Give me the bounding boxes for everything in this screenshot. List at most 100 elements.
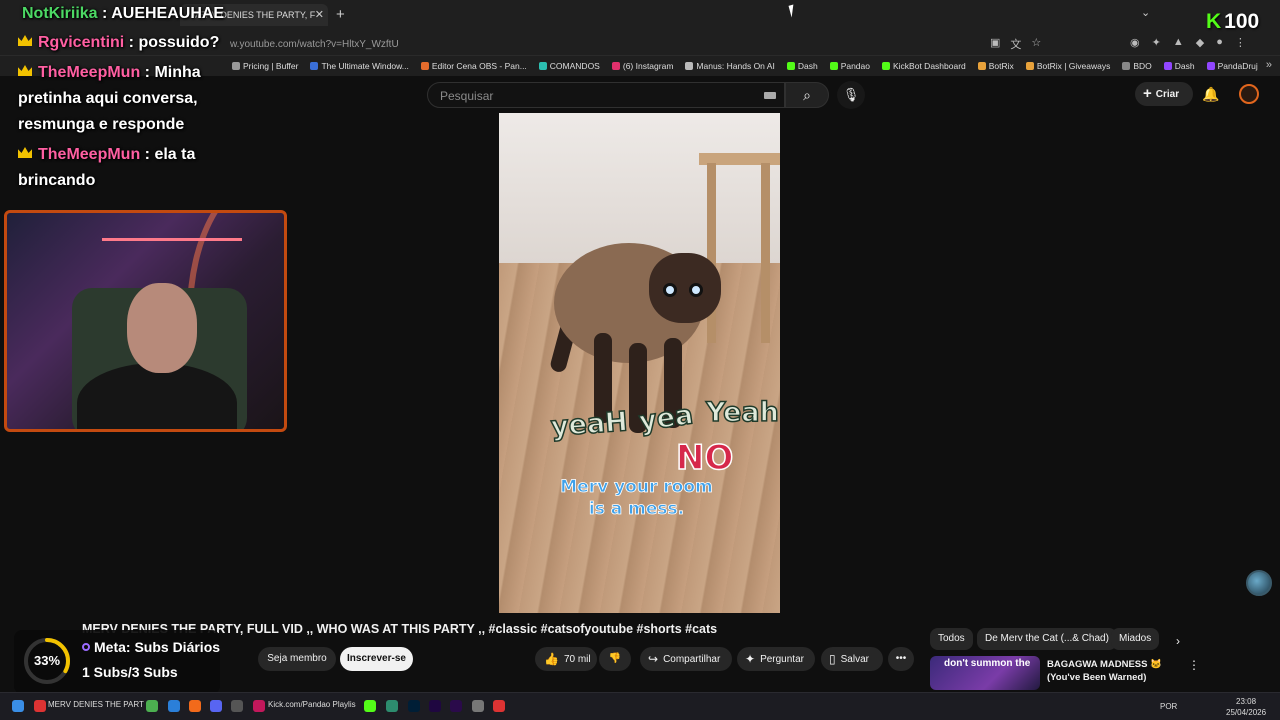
cat-head <box>649 253 721 323</box>
ask-label: Perguntar <box>760 654 804 665</box>
bookmark-item[interactable]: KickBot Dashboard <box>882 61 966 71</box>
bookmark-label: The Ultimate Window... <box>321 61 409 71</box>
keyboard-language[interactable]: POR <box>1160 702 1177 711</box>
goal-percent: 33% <box>33 653 61 668</box>
tab-close-icon[interactable]: ✕ <box>315 8 324 21</box>
subscribe-label: Inscrever-se <box>347 653 406 664</box>
bookmark-label: (6) Instagram <box>622 61 674 71</box>
bookmark-item[interactable]: The Ultimate Window... <box>310 61 409 71</box>
dislike-button[interactable]: 👎 <box>599 647 631 671</box>
extension-icon[interactable]: ◉ <box>1130 36 1140 49</box>
taskbar-window[interactable]: Kick.com/Pandao Playlis <box>268 700 356 709</box>
voice-search-button[interactable]: 🎙 <box>837 81 865 109</box>
app-icon[interactable] <box>168 700 180 712</box>
url-text[interactable]: w.youtube.com/watch?v=HltxY_WzftU <box>230 39 399 50</box>
ask-button[interactable]: ✦ Perguntar <box>737 647 815 671</box>
profile-icon[interactable]: ● <box>1216 36 1223 49</box>
like-button[interactable]: 👍 70 mil <box>535 647 597 671</box>
video-hashtags[interactable]: #classic #catsofyoutube #shorts #cats <box>489 622 718 636</box>
app-icon[interactable] <box>386 700 398 712</box>
recommended-thumbnail[interactable]: don't summon the <box>930 656 1040 690</box>
bookmark-item[interactable]: BotRix <box>977 61 1014 71</box>
save-button[interactable]: ▯ Salvar <box>821 647 883 671</box>
join-label: Seja membro <box>267 653 327 664</box>
bookmarks-overflow-icon[interactable]: » <box>1266 59 1272 71</box>
bookmark-label: Editor Cena OBS - Pan... <box>431 61 527 71</box>
bookmark-item[interactable]: Pandao <box>829 61 870 71</box>
join-membership-button[interactable]: Seja membro <box>258 647 336 671</box>
account-avatar[interactable] <box>1239 84 1259 104</box>
system-clock[interactable]: 23:08 25/04/2026 <box>1226 696 1266 718</box>
app-icon[interactable] <box>253 700 265 712</box>
chip-merv[interactable]: De Merv the Cat (...& Chad) <box>977 628 1117 650</box>
search-button[interactable]: ⌕ <box>785 82 829 108</box>
search-icon: ⌕ <box>803 87 811 103</box>
bookmark-label: Manus: Hands On AI <box>696 61 775 71</box>
chat-username: TheMeepMun <box>38 146 141 163</box>
new-tab-icon[interactable]: + <box>336 6 345 23</box>
address-actions: ▣ 文 ☆ <box>990 36 1041 52</box>
chip-miados[interactable]: Miados <box>1111 628 1160 650</box>
install-app-icon[interactable]: ▣ <box>990 36 1000 52</box>
recommended-menu-icon[interactable]: ⋮ <box>1188 658 1200 672</box>
bookmark-favicon-icon <box>1122 62 1131 70</box>
floating-avatar[interactable] <box>1246 570 1272 596</box>
tab-list-chevron-icon[interactable]: ⌄ <box>1141 6 1150 19</box>
extension-icon-2[interactable]: ◆ <box>1196 36 1204 49</box>
crown-icon <box>18 147 32 158</box>
photoshop-icon[interactable] <box>408 700 420 712</box>
bookmark-item[interactable]: Manus: Hands On AI <box>685 61 775 71</box>
chip-label: De Merv the Cat (...& Chad) <box>985 633 1109 644</box>
bookmark-list: Pricing | Buffer The Ultimate Window... Ed… <box>232 61 1258 71</box>
bookmark-favicon-icon <box>232 62 240 70</box>
bookmark-item[interactable]: Dash <box>786 61 818 71</box>
more-dots-icon: ••• <box>895 653 907 664</box>
thumbs-up-icon: 👍 <box>544 652 559 666</box>
chat-message: Rgvicentini : possuido? <box>18 30 219 56</box>
bookmark-item[interactable]: COMANDOS <box>538 61 600 71</box>
app-icon[interactable] <box>34 700 46 712</box>
app-icon[interactable] <box>146 700 158 712</box>
bookmark-favicon-icon <box>611 62 620 70</box>
premiere-icon[interactable] <box>450 700 462 712</box>
notifications-bell-icon[interactable]: 🔔 <box>1202 86 1219 103</box>
bookmark-item[interactable]: BotRix | Giveaways <box>1025 61 1110 71</box>
bookmark-item[interactable]: PandaDruj <box>1206 61 1258 71</box>
app-icon[interactable] <box>472 700 484 712</box>
app-icon[interactable] <box>231 700 243 712</box>
browser-menu-icon[interactable]: ⋮ <box>1235 36 1246 49</box>
extension-badge-icon[interactable]: ▲ <box>1173 36 1184 49</box>
app-icon[interactable] <box>210 700 222 712</box>
bookmark-star-icon[interactable]: ☆ <box>1031 36 1041 52</box>
translate-icon[interactable]: 文 <box>1010 36 1021 52</box>
bookmark-label: KickBot Dashboard <box>893 61 966 71</box>
bookmark-item[interactable]: BDO <box>1122 61 1152 71</box>
share-label: Compartilhar <box>663 654 721 665</box>
create-button[interactable]: + Criar <box>1135 82 1193 106</box>
taskbar-window[interactable]: MERV DENIES THE PART <box>48 700 144 709</box>
chevron-right-icon[interactable]: › <box>1176 634 1180 648</box>
bookmark-item[interactable]: (6) Instagram <box>611 61 674 71</box>
share-button[interactable]: ↪ Compartilhar <box>640 647 732 671</box>
bookmark-item[interactable]: Editor Cena OBS - Pan... <box>420 61 527 71</box>
chip-label: Miados <box>1119 633 1152 644</box>
video-player[interactable]: yeaH yea Yeah NO Merv your room is a mes… <box>499 113 780 613</box>
app-icon[interactable] <box>364 700 376 712</box>
start-icon[interactable] <box>12 700 24 712</box>
puzzle-icon[interactable]: ✦ <box>1152 36 1161 49</box>
more-actions-button[interactable]: ••• <box>888 647 914 671</box>
chip-all[interactable]: Todos <box>930 628 973 650</box>
bookmark-label: PandaDruj <box>1217 61 1258 71</box>
goal-title-text: Meta: Subs Diários <box>94 639 221 655</box>
keyboard-icon[interactable] <box>764 92 776 99</box>
bookmark-item[interactable]: Pricing | Buffer <box>232 61 298 71</box>
search-input[interactable]: Pesquisar <box>427 82 785 108</box>
subscribe-button[interactable]: Inscrever-se <box>340 647 413 671</box>
app-icon[interactable] <box>493 700 505 712</box>
cat-eye <box>689 283 703 297</box>
bookmark-icon: ▯ <box>829 652 836 666</box>
after-effects-icon[interactable] <box>429 700 441 712</box>
recommended-title[interactable]: BAGAGWA MADNESS 🐱 (You've Been Warned) <box>1047 658 1172 684</box>
app-icon[interactable] <box>189 700 201 712</box>
bookmark-item[interactable]: Dash <box>1163 61 1195 71</box>
